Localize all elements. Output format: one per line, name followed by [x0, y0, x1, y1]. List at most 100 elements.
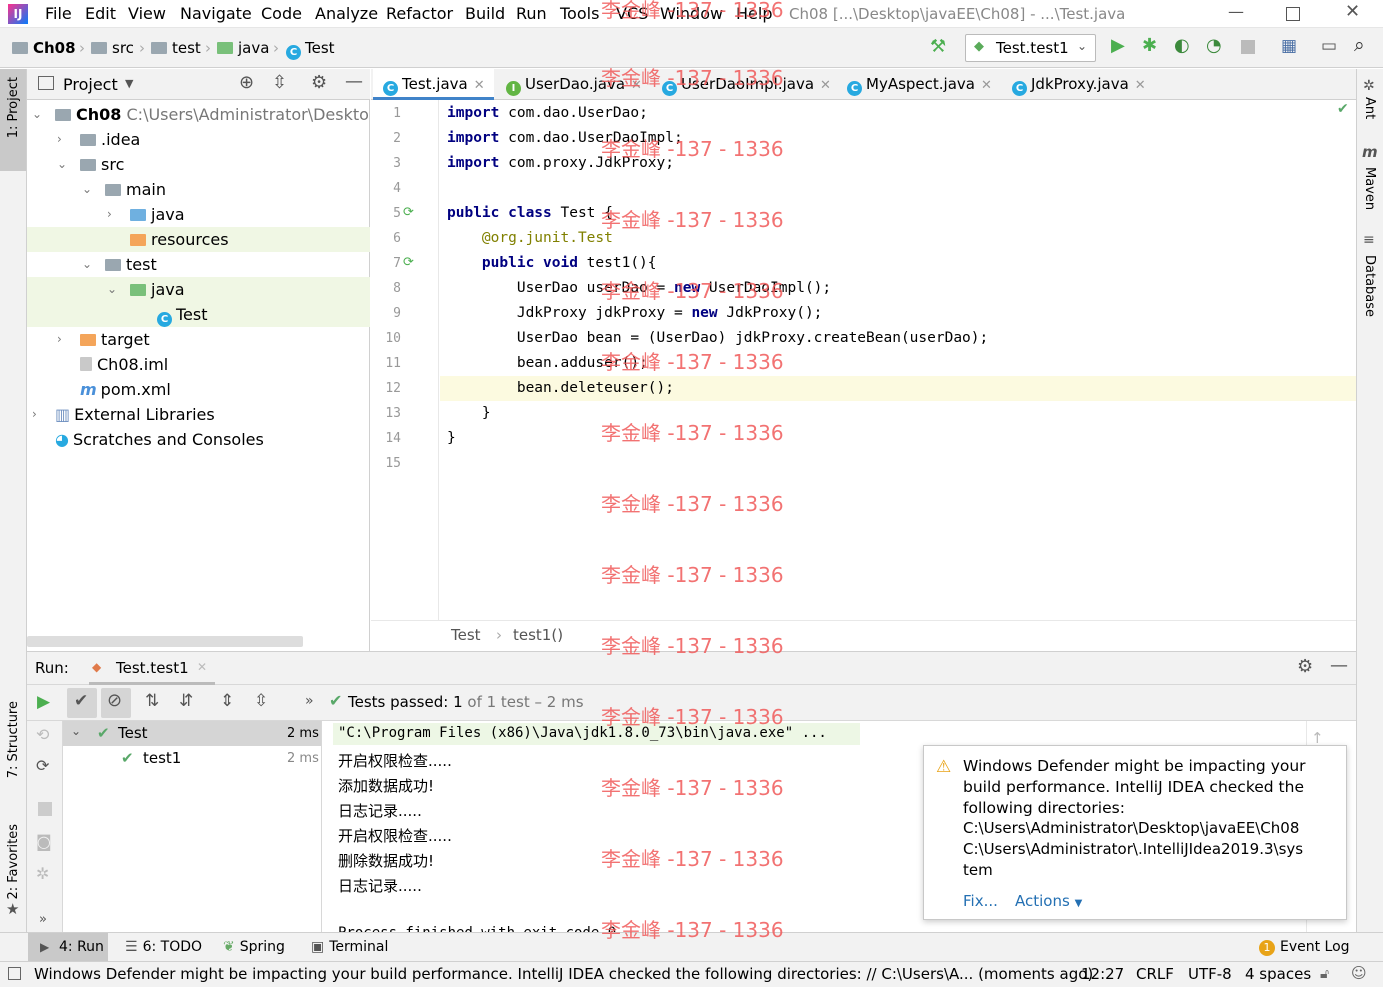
rerun-icon[interactable]: ▶	[37, 694, 50, 711]
project-view-selector[interactable]: Project	[63, 75, 118, 94]
menu-vcs[interactable]: VCS	[616, 4, 648, 23]
build-hammer-icon[interactable]: ⚒	[930, 38, 946, 56]
code-line[interactable]: import com.dao.UserDaoImpl;	[447, 130, 683, 146]
locate-icon[interactable]: ⊕	[239, 74, 254, 92]
breadcrumb-src[interactable]: src	[91, 39, 134, 57]
arrow-up-icon[interactable]: ↑	[1311, 731, 1324, 746]
tree-item-target[interactable]: › target	[27, 327, 370, 352]
close-tab-icon[interactable]: ✕	[474, 78, 485, 93]
project-tool-tab[interactable]: 1: Project	[0, 69, 26, 171]
sort-alpha-icon[interactable]: ⇅	[145, 693, 159, 710]
coverage-icon[interactable]: ◐	[1174, 37, 1190, 55]
menu-code[interactable]: Code	[261, 4, 302, 23]
search-icon[interactable]: ⌕	[1354, 36, 1365, 55]
breadcrumb-test[interactable]: test	[151, 39, 201, 57]
collapse-all-icon[interactable]: ⇳	[272, 74, 287, 92]
expand-all-icon[interactable]: ⇕	[220, 693, 234, 710]
debug-icon[interactable]: ✱	[1142, 37, 1157, 55]
code-line[interactable]: public void test1(){	[447, 255, 657, 271]
gear-icon[interactable]: ⚙	[311, 74, 327, 92]
tree-item-resources[interactable]: resources	[27, 227, 370, 252]
menu-build[interactable]: Build	[465, 4, 505, 23]
structure-tool-tab[interactable]: 7: Structure	[6, 701, 21, 778]
event-log-tool-tab[interactable]: 1 Event Log	[1259, 939, 1350, 956]
code-line[interactable]: JdkProxy jdkProxy = new JdkProxy();	[447, 305, 823, 321]
run-icon[interactable]: ▶	[1111, 37, 1125, 55]
menu-file[interactable]: File	[45, 4, 72, 23]
tab-userdao-java[interactable]: I UserDao.java ✕	[496, 69, 644, 100]
status-message[interactable]: Windows Defender might be impacting your…	[34, 965, 1093, 983]
breadcrumb-method[interactable]: test1()	[513, 626, 563, 644]
code-line[interactable]: import com.dao.UserDao;	[447, 105, 648, 121]
close-tab-icon[interactable]: ✕	[197, 660, 207, 674]
fix-link[interactable]: Fix...	[963, 892, 998, 910]
profile-icon[interactable]: ◔	[1206, 37, 1222, 55]
database-tool-tab[interactable]: Database	[1362, 255, 1377, 317]
test-row-test1[interactable]: ✔ test1 2 ms	[63, 746, 321, 771]
tree-item-main-java[interactable]: › java	[27, 202, 370, 227]
menu-run[interactable]: Run	[516, 4, 547, 23]
tool-windows-icon[interactable]	[8, 967, 21, 980]
tree-item-test-class[interactable]: C Test	[27, 302, 370, 327]
code-line[interactable]: import com.proxy.JdkProxy;	[447, 155, 674, 171]
maximize-icon[interactable]	[1286, 7, 1300, 21]
tab-jdkproxy-java[interactable]: C JdkProxy.java ✕	[1002, 69, 1157, 100]
camera-icon[interactable]: ◙	[36, 834, 52, 850]
favorites-tool-tab[interactable]: 2: Favorites	[6, 824, 21, 900]
tab-myaspect-java[interactable]: C MyAspect.java ✕	[837, 69, 994, 100]
close-tab-icon[interactable]: ✕	[981, 78, 992, 93]
code-line[interactable]: UserDao userDao = new UserDaoImpl();	[447, 280, 831, 296]
run-test-gutter-icon[interactable]: ⟳	[403, 206, 414, 219]
menu-help[interactable]: Help	[736, 4, 772, 23]
menu-window[interactable]: Window	[660, 4, 723, 23]
menu-analyze[interactable]: Analyze	[315, 4, 378, 23]
code-line[interactable]: public class Test {	[447, 205, 613, 221]
breadcrumb-class[interactable]: Test	[451, 626, 481, 644]
menu-edit[interactable]: Edit	[85, 4, 116, 23]
horizontal-scrollbar[interactable]	[27, 636, 303, 647]
file-encoding[interactable]: UTF-8	[1188, 965, 1232, 983]
tree-item-external-libraries[interactable]: › ▥ External Libraries	[27, 402, 370, 427]
code-line[interactable]: @org.junit.Test	[447, 230, 613, 246]
rerun-failed-icon[interactable]: ⟲	[36, 727, 49, 743]
collapse-all-icon[interactable]: ⇳	[254, 693, 268, 710]
tree-item-pom[interactable]: m pom.xml	[27, 377, 370, 402]
tree-item-main[interactable]: ⌄ main	[27, 177, 370, 202]
code-line[interactable]: bean.deleteuser();	[447, 380, 674, 396]
tree-item-iml[interactable]: Ch08.iml	[27, 352, 370, 377]
tree-item-ch08[interactable]: ⌄ Ch08 C:\Users\Administrator\Desktop\jav…	[27, 102, 370, 127]
more-icon[interactable]: »	[39, 913, 47, 926]
run-tool-tab[interactable]: ▶ 4: Run	[28, 933, 108, 962]
line-separator[interactable]: CRLF	[1136, 965, 1174, 983]
actions-link[interactable]: Actions ▼	[1015, 892, 1082, 910]
tree-item-test[interactable]: ⌄ test	[27, 252, 370, 277]
project-structure-icon[interactable]: ▦	[1281, 38, 1297, 55]
lock-icon[interactable]: 🔓︎	[1320, 967, 1329, 981]
code-line[interactable]: }	[447, 405, 491, 421]
minimize-icon[interactable]: —	[1228, 4, 1244, 20]
inspection-ok-icon[interactable]: ✔	[1337, 102, 1349, 116]
menu-view[interactable]: View	[128, 4, 166, 23]
inspector-icon[interactable]: ☺	[1351, 966, 1367, 981]
tree-item-src[interactable]: ⌄ src	[27, 152, 370, 177]
breadcrumb-java[interactable]: java	[217, 39, 269, 57]
code-line[interactable]: UserDao bean = (UserDao) jdkProxy.create…	[447, 330, 988, 346]
run-tab-test-test1[interactable]: ◆ Test.test1 ✕	[89, 652, 215, 685]
terminal-tool-tab[interactable]: ▣ Terminal	[311, 939, 388, 955]
stop-icon[interactable]	[38, 802, 52, 816]
hide-icon[interactable]: —	[345, 73, 363, 91]
close-tab-icon[interactable]: ✕	[1135, 78, 1146, 93]
more-icon[interactable]: »	[305, 694, 314, 708]
indent-setting[interactable]: 4 spaces	[1245, 965, 1311, 983]
tab-userdaoimpl-java[interactable]: C UserDaoImpl.java ✕	[652, 69, 831, 100]
breadcrumb-project[interactable]: Ch08	[12, 39, 76, 57]
maven-tool-tab[interactable]: Maven	[1362, 167, 1377, 210]
close-tab-icon[interactable]: ✕	[631, 78, 642, 93]
ant-tool-tab[interactable]: Ant	[1362, 97, 1377, 119]
tree-item-test-java[interactable]: ⌄ java	[27, 277, 370, 302]
test-row-test[interactable]: ⌄ ✔ Test 2 ms	[63, 721, 321, 746]
menu-tools[interactable]: Tools	[560, 4, 599, 23]
stop-icon[interactable]	[1241, 40, 1255, 54]
gear-icon[interactable]: ⚙	[1297, 658, 1313, 676]
code-line[interactable]: bean.adduser();	[447, 355, 648, 371]
